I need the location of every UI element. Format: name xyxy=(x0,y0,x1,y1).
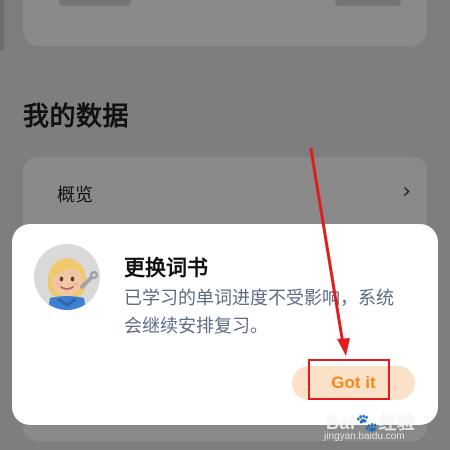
woman-mechanic-icon xyxy=(34,244,100,310)
watermark-brand: Bai xyxy=(326,413,356,433)
watermark-site: jingyan.baidu.com xyxy=(324,431,405,442)
baidu-watermark: Bai🐾经验 jingyan.baidu.com xyxy=(324,409,436,443)
annotation-highlight-box xyxy=(308,359,390,400)
app-screen: 我的数据 概览 › 更换词书 已学习的单词进度不受影响，系统会继续安排复习。 G… xyxy=(0,0,450,450)
avatar-emoji-icon xyxy=(34,244,100,310)
watermark-experience-mark: 经验 xyxy=(378,413,416,433)
baidu-paw-icon: 🐾 xyxy=(355,413,379,433)
dialog-title: 更换词书 xyxy=(124,256,208,280)
dialog-message: 已学习的单词进度不受影响，系统会继续安排复习。 xyxy=(124,288,394,337)
